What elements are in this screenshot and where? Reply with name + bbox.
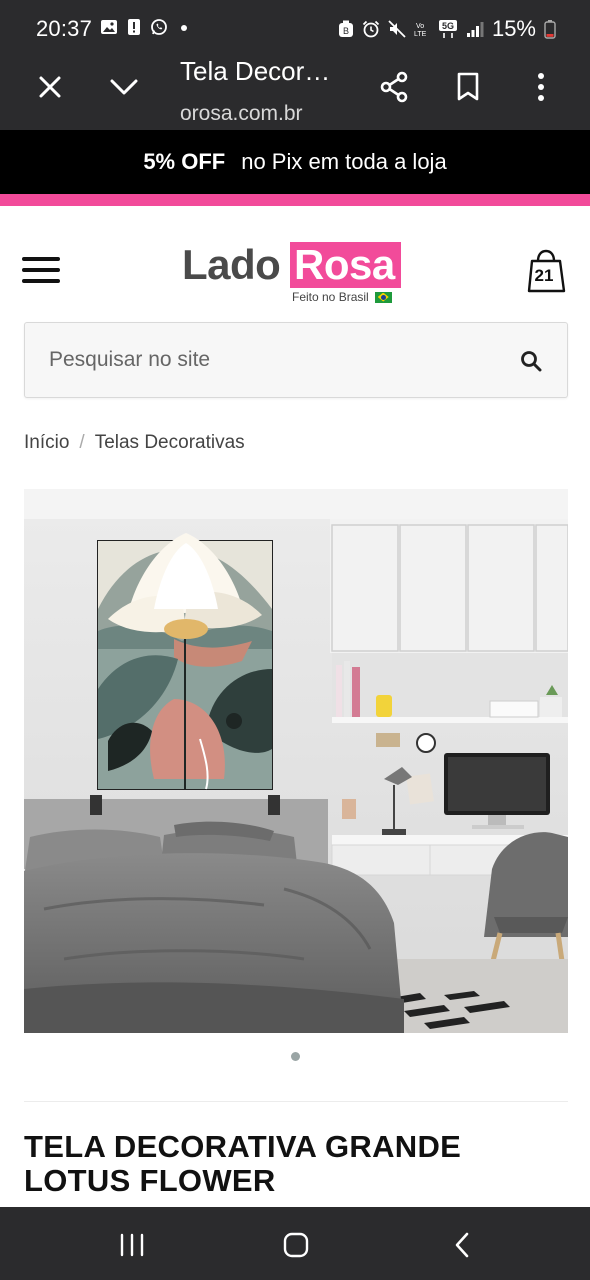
hamburger-menu-button[interactable] (22, 254, 60, 286)
gallery-icon (101, 20, 117, 34)
status-right: B Vo LTE 5G 15% (338, 16, 556, 42)
product-title: TELA DECORATIVA GRANDE LOTUS FLOWER (24, 1129, 462, 1198)
close-tab-button[interactable] (30, 67, 70, 107)
share-icon (380, 71, 408, 103)
logo-lado-text: Lado (182, 241, 281, 288)
signal-icon (466, 22, 484, 37)
browser-toolbar: Tela Decor… orosa.com.br (0, 56, 590, 130)
promo-banner: 5% OFF no Pix em toda a loja (0, 130, 590, 194)
product-photo (24, 489, 568, 1033)
brazil-flag-icon (374, 291, 392, 303)
svg-text:Vo: Vo (416, 23, 424, 30)
menu-line-icon (22, 279, 60, 283)
back-chevron-icon (455, 1232, 469, 1258)
android-nav-bar (0, 1207, 590, 1280)
minimize-tab-button[interactable] (104, 67, 144, 107)
alarm-icon (362, 20, 380, 38)
bookmark-icon (457, 72, 479, 101)
site-logo[interactable]: Lado Rosa Feito no Brasil (182, 242, 404, 304)
chevron-down-icon (110, 79, 138, 95)
logo-rosa-text: Rosa (290, 242, 401, 288)
share-button[interactable] (374, 67, 414, 107)
notification-icons (100, 18, 193, 36)
page-title-text: Tela Decor… (180, 56, 331, 86)
promo-highlight: 5% OFF (143, 149, 226, 174)
mute-icon (388, 20, 406, 38)
close-icon (39, 76, 61, 98)
url-text[interactable]: orosa.com.br (180, 102, 303, 126)
home-icon (283, 1232, 309, 1258)
status-bar: 20:37 B Vo LTE 5G 15% (0, 0, 590, 56)
logo-tagline: Feito no Brasil (292, 290, 392, 304)
logo-tagline-text: Feito no Brasil (292, 290, 369, 304)
carousel-dot-active[interactable] (291, 1052, 300, 1061)
more-options-button[interactable] (521, 67, 561, 107)
battery-saver-icon: B (338, 20, 353, 37)
cart-count-badge: 21 (534, 266, 554, 285)
recent-apps-button[interactable] (110, 1225, 154, 1265)
breadcrumb-home-link[interactable]: Início (24, 432, 69, 454)
bookmark-button[interactable] (448, 67, 488, 107)
breadcrumb-separator: / (79, 432, 85, 453)
breadcrumb: Início / Telas Decorativas (24, 432, 245, 454)
search-button[interactable] (513, 343, 549, 379)
menu-line-icon (22, 257, 60, 261)
recent-apps-icon (120, 1233, 144, 1257)
cart-button[interactable]: 21 (526, 248, 568, 294)
whatsapp-icon (151, 19, 167, 35)
breadcrumb-category-link[interactable]: Telas Decorativas (95, 432, 245, 454)
alert-icon (128, 19, 140, 35)
svg-text:B: B (343, 26, 349, 36)
back-button[interactable] (440, 1225, 484, 1265)
home-button[interactable] (274, 1225, 318, 1265)
battery-percent: 15% (491, 16, 536, 41)
more-vertical-icon (538, 73, 544, 101)
more-notifications-icon (181, 25, 187, 31)
lotus-painting (97, 533, 273, 790)
svg-text:LTE: LTE (414, 31, 427, 38)
promo-text: no Pix em toda a loja (241, 149, 447, 174)
5g-network-icon: 5G (438, 20, 457, 38)
svg-text:5G: 5G (442, 21, 454, 31)
search-bar (24, 322, 568, 398)
section-divider (24, 1101, 568, 1102)
search-input[interactable] (49, 323, 489, 397)
product-image[interactable] (24, 489, 568, 1033)
volte-icon: VoLTE (414, 23, 427, 38)
promo-accent-line (0, 194, 590, 206)
menu-line-icon (22, 268, 60, 272)
status-time: 20:37 (36, 16, 93, 41)
search-icon (521, 351, 542, 372)
battery-low-icon (544, 20, 556, 39)
